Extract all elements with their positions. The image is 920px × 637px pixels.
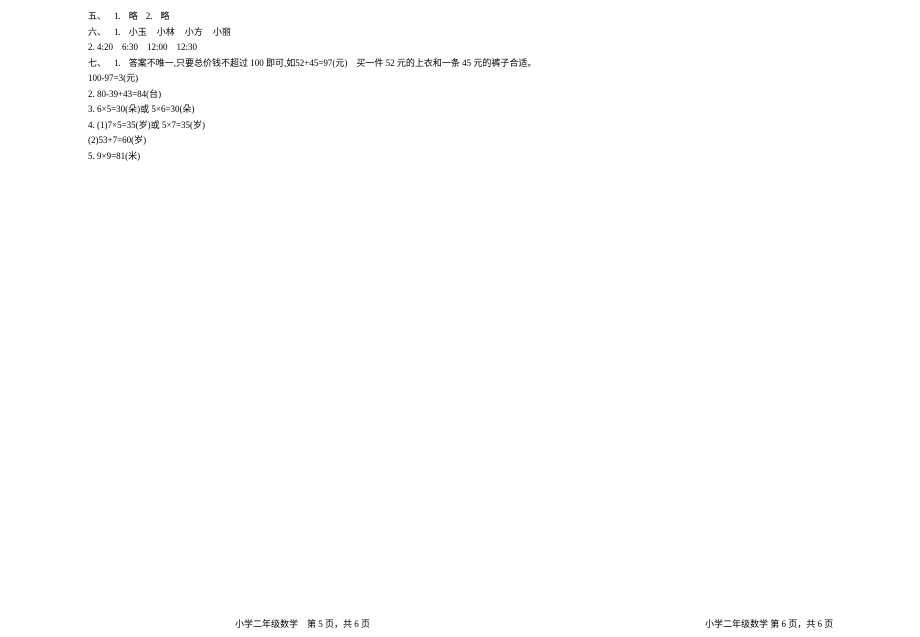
- answer-text: 2. 4:20 6:30 12:00 12:30: [88, 42, 197, 52]
- answer-line-2: 六、 1. 小玉小林小方小丽: [88, 26, 920, 40]
- answer-text: 小林: [157, 27, 175, 37]
- answer-text: 5. 9×9=81(米): [88, 151, 140, 161]
- answer-line-9: (2)53+7=60(岁): [88, 134, 920, 148]
- answer-line-8: 4. (1)7×5=35(岁)或 5×7=35(岁): [88, 119, 920, 133]
- item-number: 2.: [146, 11, 153, 21]
- answer-text: 小方: [185, 27, 203, 37]
- answer-text: 100-97=3(元): [88, 73, 138, 83]
- answer-text: 2. 80-39+43=84(台): [88, 89, 161, 99]
- answer-line-3: 2. 4:20 6:30 12:00 12:30: [88, 41, 920, 55]
- answer-line-4: 七、 1. 答案不唯一,只要总价钱不超过 100 即可,如52+45=97(元) 买…: [88, 57, 920, 71]
- item-number: 1.: [114, 27, 121, 37]
- answer-text: 略: [161, 11, 170, 21]
- answer-text: 略: [129, 11, 138, 21]
- answer-line-1: 五、 1. 略 2. 略: [88, 10, 920, 24]
- answer-text: 答案不唯一,只要总价钱不超过 100 即可,如52+45=97(元) 买一件 5…: [129, 58, 537, 68]
- answer-text: 3. 6×5=30(朵)或 5×6=30(朵): [88, 104, 195, 114]
- document-content: 五、 1. 略 2. 略 六、 1. 小玉小林小方小丽 2. 4:20 6:30 12:00…: [0, 0, 920, 163]
- section-label: 六、: [88, 27, 106, 37]
- answer-line-7: 3. 6×5=30(朵)或 5×6=30(朵): [88, 103, 920, 117]
- footer-right-page: 小学二年级数学 第 6 页，共 6 页: [705, 617, 833, 630]
- answer-text: 小丽: [213, 27, 231, 37]
- answer-text: (2)53+7=60(岁): [88, 135, 146, 145]
- section-label: 七、: [88, 58, 106, 68]
- answer-line-10: 5. 9×9=81(米): [88, 150, 920, 164]
- answer-text: 4. (1)7×5=35(岁)或 5×7=35(岁): [88, 120, 205, 130]
- section-label: 五、: [88, 11, 106, 21]
- footer-left-page: 小学二年级数学 第 5 页，共 6 页: [235, 617, 370, 630]
- item-number: 1.: [114, 11, 121, 21]
- answer-line-6: 2. 80-39+43=84(台): [88, 88, 920, 102]
- item-number: 1.: [114, 58, 121, 68]
- answer-text: 小玉: [129, 27, 147, 37]
- answer-line-5: 100-97=3(元): [88, 72, 920, 86]
